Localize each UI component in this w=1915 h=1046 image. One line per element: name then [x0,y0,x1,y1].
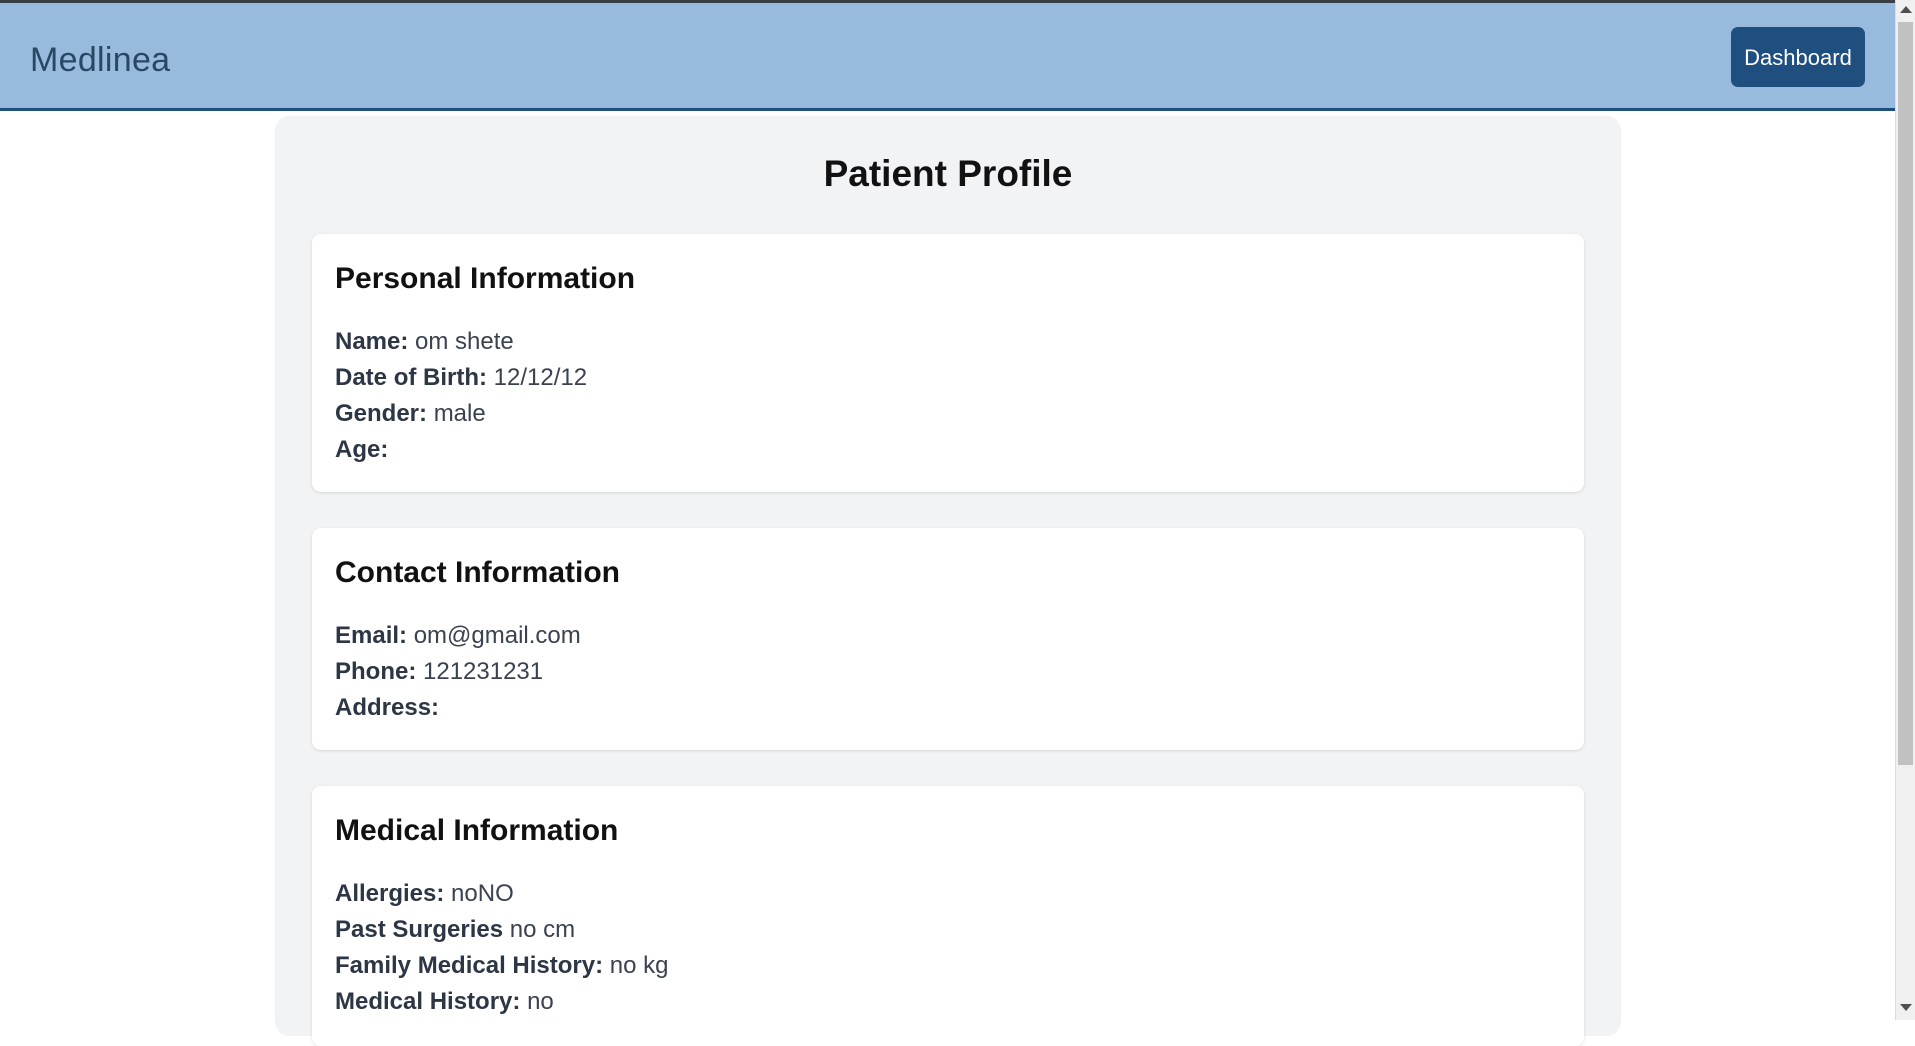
allergies-label: Allergies: [335,880,445,907]
gender-value: male [433,400,486,427]
email-row: Email: om@gmail.com [335,618,1561,654]
surgeries-label: Past Surgeries [335,916,504,943]
navbar: Medlinea Dashboard [0,3,1895,111]
dob-value: 12/12/12 [493,364,588,391]
personal-info-heading: Personal Information [335,262,636,295]
contact-info-heading: Contact Information [335,556,620,589]
scroll-down-arrow-icon[interactable] [1900,1004,1912,1011]
gender-row: Gender: male [335,396,1561,432]
gender-label: Gender: [335,400,428,427]
name-value: om shete [415,328,514,355]
brand-logo[interactable]: Medlinea [30,41,170,80]
name-row: Name: om shete [335,324,1561,360]
vertical-scrollbar[interactable] [1895,0,1915,1020]
phone-row: Phone: 121231231 [335,654,1561,690]
allergies-value: noNO [451,880,514,907]
email-value: om@gmail.com [413,622,581,649]
phone-label: Phone: [335,658,417,685]
medical-history-value: no [527,988,554,1015]
contact-info-card: Contact Information Email: om@gmail.com … [312,528,1584,750]
medical-history-label: Medical History: [335,988,521,1015]
dob-label: Date of Birth: [335,364,487,391]
dashboard-button[interactable]: Dashboard [1731,27,1865,87]
address-row: Address: [335,690,1561,726]
family-history-label: Family Medical History: [335,952,604,979]
age-row: Age: [335,432,1561,468]
family-history-value: no kg [609,952,669,979]
medical-info-heading: Medical Information [335,814,619,847]
profile-container: Patient Profile Personal Information Nam… [275,116,1621,1046]
address-label: Address: [335,694,440,721]
page-title: Patient Profile [823,153,1073,194]
allergies-row: Allergies: noNO [335,876,1561,912]
medical-info-card: Medical Information Allergies: noNO Past… [312,786,1584,1046]
scrollbar-thumb[interactable] [1898,22,1913,765]
dob-row: Date of Birth: 12/12/12 [335,360,1561,396]
family-history-row: Family Medical History: no kg [335,948,1561,984]
phone-value: 121231231 [423,658,544,685]
age-label: Age: [335,436,389,463]
surgeries-row: Past Surgeries no cm [335,912,1561,948]
surgeries-value: no cm [509,916,576,943]
medical-history-row: Medical History: no [335,984,1561,1020]
personal-info-card: Personal Information Name: om shete Date… [312,234,1584,492]
name-label: Name: [335,328,409,355]
email-label: Email: [335,622,408,649]
scroll-up-arrow-icon[interactable] [1900,6,1912,13]
